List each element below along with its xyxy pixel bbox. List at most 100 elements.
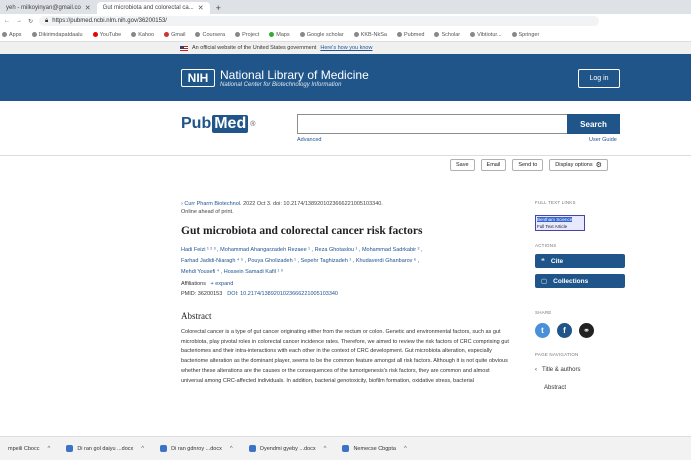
nav-label: Title & authors — [542, 367, 581, 373]
login-button[interactable]: Log in — [578, 69, 620, 88]
author-list: Hadi Feizi ¹ ² ³ , Mohammad Ahangarzadeh… — [181, 245, 511, 278]
nav-title-authors[interactable]: ‹ Title & authors — [535, 367, 625, 373]
bookmark-item[interactable]: Project — [235, 32, 259, 38]
logo-med: Med — [212, 115, 249, 133]
back-icon[interactable]: ← — [4, 18, 10, 24]
email-button[interactable]: Email — [480, 159, 507, 171]
new-tab-icon[interactable]: + — [210, 2, 227, 14]
journal-link[interactable]: Curr Pharm Biotechnol — [184, 201, 240, 207]
gov-banner: An official website of the United States… — [0, 42, 691, 54]
tab-label: yeh - milkoyinyan@gmail.co — [6, 5, 81, 11]
advanced-search-link[interactable]: Advanced — [297, 137, 321, 143]
word-doc-icon — [160, 445, 168, 452]
tab-label: Gut microbiota and colorectal ca... — [102, 5, 194, 11]
chevron-left-icon: ‹ — [535, 367, 537, 373]
author-line[interactable]: Mehdi Yousefi ⁴ , Hossein Samadi Kafil ¹… — [181, 267, 511, 278]
bookmark-icon — [195, 32, 201, 37]
download-item[interactable]: Oyendmi gyeby ...docx ^ — [241, 445, 335, 452]
download-label: Nemecse Cbgpta — [353, 445, 396, 452]
doi-link[interactable]: DOI: 10.2174/1389201023666221005103340 — [227, 291, 338, 297]
permalink-icon[interactable]: ⚭ — [579, 323, 594, 338]
bookmark-item[interactable]: Gmail — [164, 32, 185, 38]
user-guide-link[interactable]: User Guide — [589, 137, 617, 143]
author-line[interactable]: Hadi Feizi ¹ ² ³ , Mohammad Ahangarzadeh… — [181, 245, 511, 256]
gmail-icon — [164, 32, 170, 37]
download-item[interactable]: Di ran gol daiyu ...docx ^ — [58, 445, 152, 452]
bookmark-icon — [396, 32, 402, 37]
pubmed-logo[interactable]: Pub Med ® — [181, 115, 255, 133]
article-citation: › Curr Pharm Biotechnol. 2022 Oct 3. doi… — [181, 200, 511, 216]
gear-icon: ⚙ — [595, 162, 602, 169]
word-doc-icon — [66, 445, 74, 452]
reload-icon[interactable]: ↻ — [28, 18, 33, 25]
browser-tab-bar: yeh - milkoyinyan@gmail.co ✕ Gut microbi… — [0, 0, 691, 14]
youtube-icon — [92, 32, 98, 37]
bookmark-item[interactable]: Vibtiotur... — [470, 32, 502, 38]
article-title: Gut microbiota and colorectal cancer ris… — [181, 225, 423, 237]
bookmark-item[interactable]: Scholar — [434, 32, 460, 38]
article-action-bar: Save Email Send to Display options ⚙ — [450, 159, 608, 171]
download-item[interactable]: Di ran gdnroy ...docx ^ — [152, 445, 241, 452]
bookmark-item[interactable]: Kahoo — [131, 32, 154, 38]
forward-icon[interactable]: → — [16, 18, 22, 24]
bookmark-item[interactable]: Apps — [2, 32, 22, 38]
gov-banner-link[interactable]: Here's how you know — [320, 45, 372, 51]
bookmark-item[interactable]: Coursera — [195, 32, 225, 38]
bookmark-item[interactable]: Maps — [269, 32, 290, 38]
full-text-line: Full Text Article — [537, 224, 568, 229]
bookmark-item[interactable]: KKB-NkSa — [353, 32, 387, 38]
bookmark-item[interactable]: Springer — [511, 32, 539, 38]
abstract-text: Colorectal cancer is a type of gut cance… — [181, 329, 509, 384]
article-main: › Curr Pharm Biotechnol. 2022 Oct 3. doi… — [181, 200, 511, 428]
expand-affiliations-button[interactable]: + expand — [211, 281, 234, 287]
download-item[interactable]: Nemecse Cbgpta ^ — [334, 445, 414, 452]
display-options-button[interactable]: Display options ⚙ — [549, 159, 608, 171]
bookmark-item[interactable]: Dikirimdapatdaalu — [31, 32, 83, 38]
nih-logo[interactable]: NIH — [181, 69, 215, 87]
bookmark-item[interactable]: YouTube — [92, 32, 121, 38]
share-label: SHARE — [535, 310, 552, 315]
send-to-button[interactable]: Send to — [512, 159, 544, 171]
affiliations-row: Affiliations + expand — [181, 281, 511, 287]
close-tab-icon[interactable]: ✕ — [198, 4, 204, 12]
nav-abstract[interactable]: Abstract — [535, 385, 625, 391]
nav-label: Abstract — [544, 385, 567, 391]
affiliations-label: Affiliations — [181, 281, 206, 287]
bookmark-icon — [434, 32, 440, 37]
bookmark-icon — [299, 32, 305, 37]
full-text-link-bentham[interactable]: Bentham Science Full Text Article — [535, 215, 585, 231]
download-label: mpeili Cbocc — [8, 445, 40, 452]
collections-button[interactable]: ▢ Collections — [535, 274, 625, 288]
lock-icon: 🔒︎ — [45, 17, 49, 24]
chevron-up-icon[interactable]: ^ — [47, 446, 50, 452]
save-button[interactable]: Save — [450, 159, 475, 171]
browser-tab-active[interactable]: Gut microbiota and colorectal ca... ✕ — [96, 2, 210, 14]
search-input[interactable] — [297, 114, 567, 134]
apps-icon — [2, 32, 7, 37]
twitter-icon[interactable]: t — [535, 323, 550, 338]
downloads-shelf: mpeili Cbocc ^ Di ran gol daiyu ...docx ^ … — [0, 436, 691, 460]
bookmark-icon: ▢ — [541, 278, 548, 285]
browser-tab[interactable]: yeh - milkoyinyan@gmail.co ✕ — [0, 2, 97, 14]
facebook-icon[interactable]: f — [557, 323, 572, 338]
download-item[interactable]: mpeili Cbocc ^ — [0, 446, 58, 452]
nlm-title[interactable]: National Library of Medicine — [220, 68, 369, 82]
chevron-up-icon[interactable]: ^ — [404, 446, 407, 452]
cite-button[interactable]: ❝ Cite — [535, 254, 625, 268]
bookmark-item[interactable]: Pubmed — [396, 32, 424, 38]
bookmark-icon — [235, 32, 241, 37]
close-tab-icon[interactable]: ✕ — [85, 4, 91, 12]
share-buttons: t f ⚭ — [535, 323, 625, 338]
nlm-subtitle: National Center for Biotechnology Inform… — [220, 82, 342, 88]
abstract-heading: Abstract — [181, 311, 212, 321]
address-input[interactable]: 🔒︎ https://pubmed.ncbi.nlm.nih.gov/36200… — [39, 16, 600, 26]
chevron-up-icon[interactable]: ^ — [324, 446, 327, 452]
search-button[interactable]: Search — [567, 114, 620, 134]
bookmark-item[interactable]: Google scholar — [299, 32, 344, 38]
download-label: Oyendmi gyeby ...docx — [259, 445, 316, 452]
us-flag-icon — [180, 45, 188, 51]
author-line[interactable]: Farhad Jadidi-Niaragh ⁴ ⁵ , Pouya Gholiz… — [181, 256, 511, 267]
chevron-up-icon[interactable]: ^ — [141, 446, 144, 452]
article-sidebar: FULL TEXT LINKS Bentham Science Full Tex… — [535, 200, 625, 391]
chevron-up-icon[interactable]: ^ — [230, 446, 233, 452]
